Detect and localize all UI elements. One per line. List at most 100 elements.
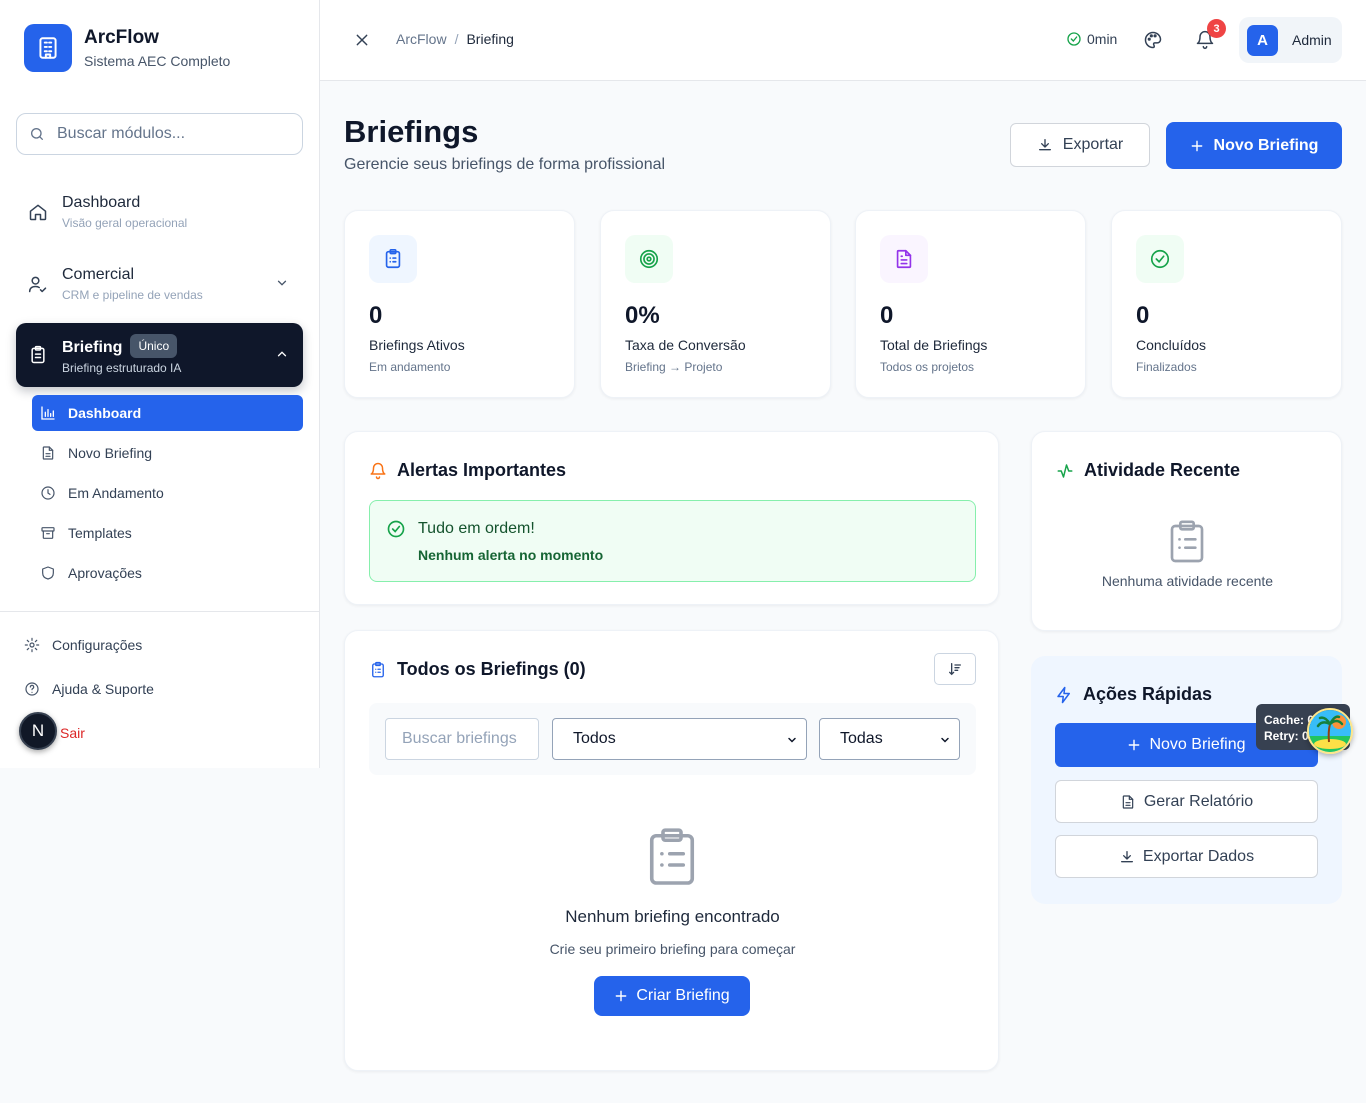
subnav-dashboard[interactable]: Dashboard <box>32 395 303 431</box>
export-data-label: Exportar Dados <box>1142 847 1255 865</box>
briefings-title-text: Todos os Briefings (0) <box>397 659 586 679</box>
subnav-label: Templates <box>68 525 132 541</box>
help-label: Ajuda & Suporte <box>52 681 154 697</box>
archive-icon <box>40 525 56 541</box>
generate-report-button[interactable]: Gerar Relatório <box>1055 780 1318 823</box>
palette-icon[interactable] <box>1143 30 1163 50</box>
check-circle-icon <box>1136 235 1184 283</box>
shield-icon <box>40 565 56 581</box>
clipboard-icon <box>28 345 48 365</box>
brand[interactable]: ArcFlow Sistema AEC Completo <box>24 24 230 72</box>
clipboard-list-icon <box>369 235 417 283</box>
timer-value: 0min <box>1087 31 1118 47</box>
sidebar: ArcFlow Sistema AEC Completo Buscar módu… <box>0 0 320 768</box>
export-button[interactable]: Exportar <box>1010 123 1150 167</box>
nav-subtitle: Briefing estruturado IA <box>62 361 182 375</box>
user-avatar: A <box>1247 24 1278 56</box>
stat-sub: Briefing → Projeto <box>625 360 723 374</box>
settings-link[interactable]: Configurações <box>24 637 142 653</box>
sort-button[interactable] <box>934 653 976 685</box>
dev-tools-avatar[interactable]: N <box>19 712 57 750</box>
bar-chart-icon <box>40 405 56 421</box>
plus-icon <box>1190 139 1204 153</box>
nav-item-briefing[interactable]: Briefing Único Briefing estruturado IA <box>16 323 303 387</box>
stat-value: 0 <box>369 302 383 329</box>
new-briefing-button[interactable]: Novo Briefing <box>1166 122 1342 169</box>
activity-empty-text: Nenhuma atividade recente <box>1101 573 1274 589</box>
clipboard-list-icon <box>369 661 387 679</box>
close-icon[interactable] <box>354 32 370 48</box>
subnav-templates[interactable]: Templates <box>32 515 303 551</box>
plus-icon <box>1127 738 1141 752</box>
activity-icon <box>1056 462 1074 480</box>
breadcrumb: ArcFlow / Briefing <box>396 31 514 47</box>
page-title: Briefings <box>344 114 479 149</box>
activity-panel: Atividade Recente Nenhuma atividade rece… <box>1031 431 1342 631</box>
settings-label: Configurações <box>52 637 143 653</box>
plus-icon <box>614 989 628 1003</box>
activity-title-text: Atividade Recente <box>1084 460 1241 480</box>
subnav-approvals[interactable]: Aprovações <box>32 555 303 591</box>
file-icon <box>40 445 56 461</box>
zap-icon <box>1055 686 1073 704</box>
alert-subtitle: Nenhum alerta no momento <box>418 547 604 563</box>
help-link[interactable]: Ajuda & Suporte <box>24 681 154 697</box>
generate-report-label: Gerar Relatório <box>1143 792 1254 810</box>
breadcrumb-current: Briefing <box>466 31 514 47</box>
stat-sub: Em andamento <box>369 360 451 374</box>
download-icon <box>1037 137 1053 153</box>
stat-label: Taxa de Conversão <box>625 337 746 353</box>
home-icon <box>28 202 48 222</box>
sidebar-empty-area <box>0 768 320 1103</box>
unique-badge: Único <box>130 334 178 358</box>
status-select-value: Todos <box>573 730 616 747</box>
nav-item-dashboard[interactable]: Dashboard Visão geral operacional <box>16 180 303 244</box>
clipboard-list-icon <box>1167 518 1207 564</box>
user-menu[interactable]: A Admin <box>1239 17 1342 63</box>
filter-bar: Buscar briefings Todos Todas <box>369 703 976 775</box>
subnav-label: Dashboard <box>68 405 142 421</box>
subnav-label: Novo Briefing <box>68 445 153 461</box>
breadcrumb-separator: / <box>454 31 459 47</box>
search-icon <box>29 126 45 142</box>
stat-card-active: 0 Briefings Ativos Em andamento <box>344 210 575 398</box>
status-select[interactable]: Todos <box>552 718 807 760</box>
quick-actions-panel: Ações Rápidas Novo Briefing Gerar Relató… <box>1031 656 1342 904</box>
create-briefing-button[interactable]: Criar Briefing <box>594 976 750 1016</box>
stat-card-conversion: 0% Taxa de Conversão Briefing → Projeto <box>600 210 831 398</box>
priority-select[interactable]: Todas <box>819 718 960 760</box>
alerts-title: Alertas Importantes <box>369 460 566 481</box>
activity-title: Atividade Recente <box>1056 460 1240 481</box>
stat-label: Briefings Ativos <box>369 337 465 353</box>
clock-icon <box>40 485 56 501</box>
alerts-panel: Alertas Importantes Tudo em ordem! Nenhu… <box>344 431 999 605</box>
sort-icon <box>947 661 963 677</box>
subnav-new-briefing[interactable]: Novo Briefing <box>32 435 303 471</box>
quick-new-briefing-label: Novo Briefing <box>1149 736 1246 753</box>
stat-value: 0% <box>625 302 660 329</box>
breadcrumb-root[interactable]: ArcFlow <box>396 31 447 47</box>
subnav-in-progress[interactable]: Em Andamento <box>32 475 303 511</box>
sidebar-divider <box>0 611 320 612</box>
module-search-input[interactable]: Buscar módulos... <box>16 113 303 155</box>
chevron-down-icon <box>939 734 951 746</box>
bell-icon <box>369 462 387 480</box>
subnav-label: Aprovações <box>68 565 142 581</box>
brand-name: ArcFlow <box>84 27 159 48</box>
nav-item-comercial[interactable]: Comercial CRM e pipeline de vendas <box>16 252 303 316</box>
nav-title: Dashboard <box>62 194 141 211</box>
export-label: Exportar <box>1062 136 1124 153</box>
stat-sub: Todos os projetos <box>880 360 975 374</box>
clipboard-list-icon <box>645 825 699 887</box>
quick-actions-title: Ações Rápidas <box>1055 684 1212 705</box>
nav-subtitle: CRM e pipeline de vendas <box>62 288 203 302</box>
notification-count-badge: 3 <box>1207 19 1226 38</box>
stat-card-total: 0 Total de Briefings Todos os projetos <box>855 210 1086 398</box>
target-icon <box>625 235 673 283</box>
briefing-search-input[interactable]: Buscar briefings <box>385 718 539 760</box>
palm-tree-icon[interactable] <box>1307 708 1353 754</box>
chevron-up-icon <box>275 347 289 361</box>
empty-state-subtitle: Crie seu primeiro briefing para começar <box>549 941 796 957</box>
export-data-button[interactable]: Exportar Dados <box>1055 835 1318 878</box>
stat-label: Total de Briefings <box>880 337 988 353</box>
